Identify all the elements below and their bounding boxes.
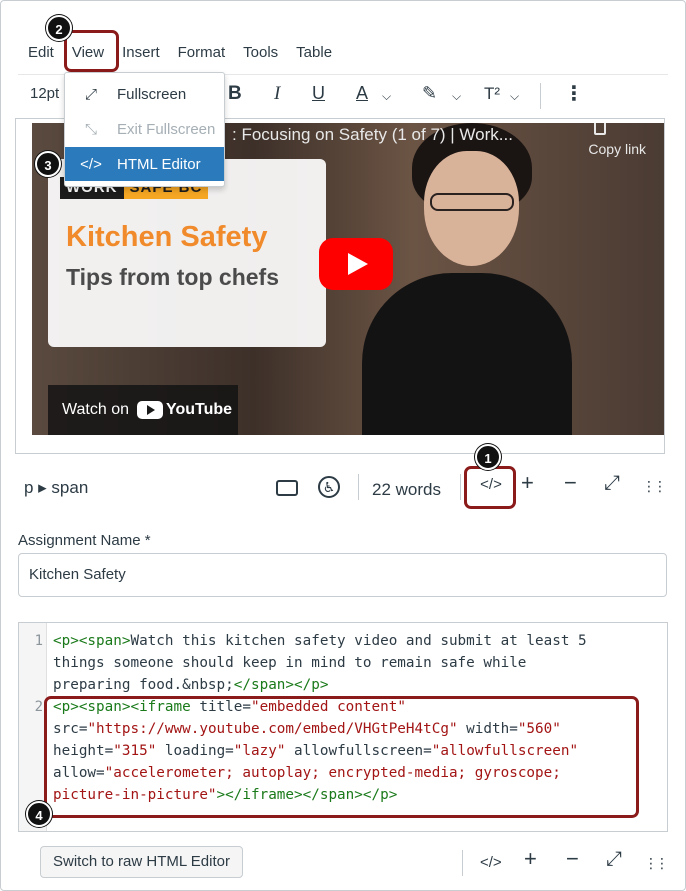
chevron-down-icon[interactable]: ⌵ bbox=[382, 89, 391, 104]
statusbar-divider bbox=[358, 474, 359, 500]
toolbar-divider bbox=[540, 83, 541, 109]
element-path[interactable]: p ▸ span bbox=[24, 478, 88, 498]
word-count: 22 words bbox=[372, 480, 441, 499]
underline-button[interactable]: U bbox=[312, 83, 325, 104]
keyboard-shortcuts-icon[interactable] bbox=[276, 480, 298, 496]
code-icon: </> bbox=[80, 155, 102, 173]
card-subtitle: Tips from top chefs bbox=[66, 264, 279, 290]
assignment-name-label: Assignment Name * bbox=[18, 532, 151, 549]
code-line-1b[interactable]: things someone should keep in mind to re… bbox=[53, 655, 526, 671]
highlight-iframe-code bbox=[44, 696, 639, 818]
superscript-button[interactable]: T² bbox=[484, 84, 500, 104]
fullscreen-icon[interactable]: ⤢ bbox=[604, 472, 620, 495]
zoom-in-icon[interactable]: + bbox=[524, 846, 537, 872]
line-gutter: 1 2 bbox=[19, 623, 47, 831]
chef-figure bbox=[362, 123, 572, 435]
chevron-down-icon[interactable]: ⌵ bbox=[510, 89, 519, 104]
bold-button[interactable]: B bbox=[228, 83, 242, 105]
watch-on-label: Watch on bbox=[62, 401, 129, 418]
highlight-color-icon[interactable]: ✎ bbox=[422, 83, 437, 104]
accessibility-checker-icon[interactable]: ♿ bbox=[318, 476, 340, 498]
line-number: 2 bbox=[34, 699, 43, 715]
watch-on-youtube[interactable]: Watch on YouTube bbox=[48, 385, 238, 435]
view-menu-dropdown: ⤢ Fullscreen ⤡ Exit Fullscreen </> HTML … bbox=[64, 72, 225, 187]
shrink-icon: ⤡ bbox=[84, 120, 97, 138]
video-title[interactable]: : Focusing on Safety (1 of 7) | Work... bbox=[232, 125, 513, 145]
card-title: Kitchen Safety bbox=[66, 221, 268, 253]
menu-edit[interactable]: Edit bbox=[18, 38, 63, 67]
fullscreen-icon[interactable]: ⤢ bbox=[606, 848, 622, 871]
youtube-logo-icon: YouTube bbox=[137, 401, 232, 419]
copy-link[interactable]: Copy link bbox=[588, 141, 646, 157]
switch-raw-html-button[interactable]: Switch to raw HTML Editor bbox=[40, 846, 243, 878]
copy-icon[interactable] bbox=[594, 123, 606, 135]
text-color-button[interactable]: A bbox=[356, 83, 368, 104]
more-options-icon[interactable]: ⋮ bbox=[564, 81, 584, 106]
menu-format[interactable]: Format bbox=[169, 38, 235, 67]
menu-item-html-editor[interactable]: </> HTML Editor bbox=[65, 147, 224, 181]
bottom-divider bbox=[462, 850, 463, 876]
menu-item-fullscreen[interactable]: ⤢ Fullscreen bbox=[65, 77, 224, 111]
menu-insert[interactable]: Insert bbox=[113, 38, 169, 67]
step-badge-4: 4 bbox=[26, 801, 52, 827]
play-button[interactable] bbox=[319, 238, 393, 290]
italic-button[interactable]: I bbox=[274, 83, 280, 105]
menu-tools[interactable]: Tools bbox=[234, 38, 287, 67]
assignment-name-input[interactable]: Kitchen Safety bbox=[18, 553, 667, 597]
step-badge-3: 3 bbox=[35, 151, 61, 177]
expand-icon: ⤢ bbox=[84, 85, 97, 103]
step-badge-2: 2 bbox=[46, 15, 72, 41]
statusbar-divider bbox=[460, 474, 461, 500]
html-editor-toggle-button-bottom[interactable]: </> bbox=[480, 854, 502, 871]
zoom-out-icon[interactable]: − bbox=[566, 846, 579, 872]
line-number: 1 bbox=[34, 633, 43, 649]
code-line-1c[interactable]: preparing food.&nbsp;</span></p> bbox=[53, 677, 328, 693]
highlight-view-menu bbox=[64, 30, 119, 72]
step-badge-1: 1 bbox=[475, 444, 501, 470]
menu-table[interactable]: Table bbox=[287, 38, 341, 67]
font-size-select[interactable]: 12pt bbox=[30, 85, 59, 102]
zoom-in-icon[interactable]: + bbox=[521, 470, 534, 496]
zoom-out-icon[interactable]: − bbox=[564, 470, 577, 496]
resize-handle-icon[interactable]: ⋮⋮ bbox=[642, 478, 667, 495]
resize-handle-icon[interactable]: ⋮⋮ bbox=[644, 855, 669, 872]
code-line-1a[interactable]: <p><span>Watch this kitchen safety video… bbox=[53, 633, 587, 649]
highlight-html-button bbox=[464, 466, 516, 509]
menu-item-exit-fullscreen[interactable]: ⤡ Exit Fullscreen bbox=[65, 112, 224, 146]
chevron-down-icon[interactable]: ⌵ bbox=[452, 89, 461, 104]
editor-statusbar: p ▸ span ♿ 22 words </> + − ⤢ ⋮⋮ bbox=[18, 466, 668, 506]
